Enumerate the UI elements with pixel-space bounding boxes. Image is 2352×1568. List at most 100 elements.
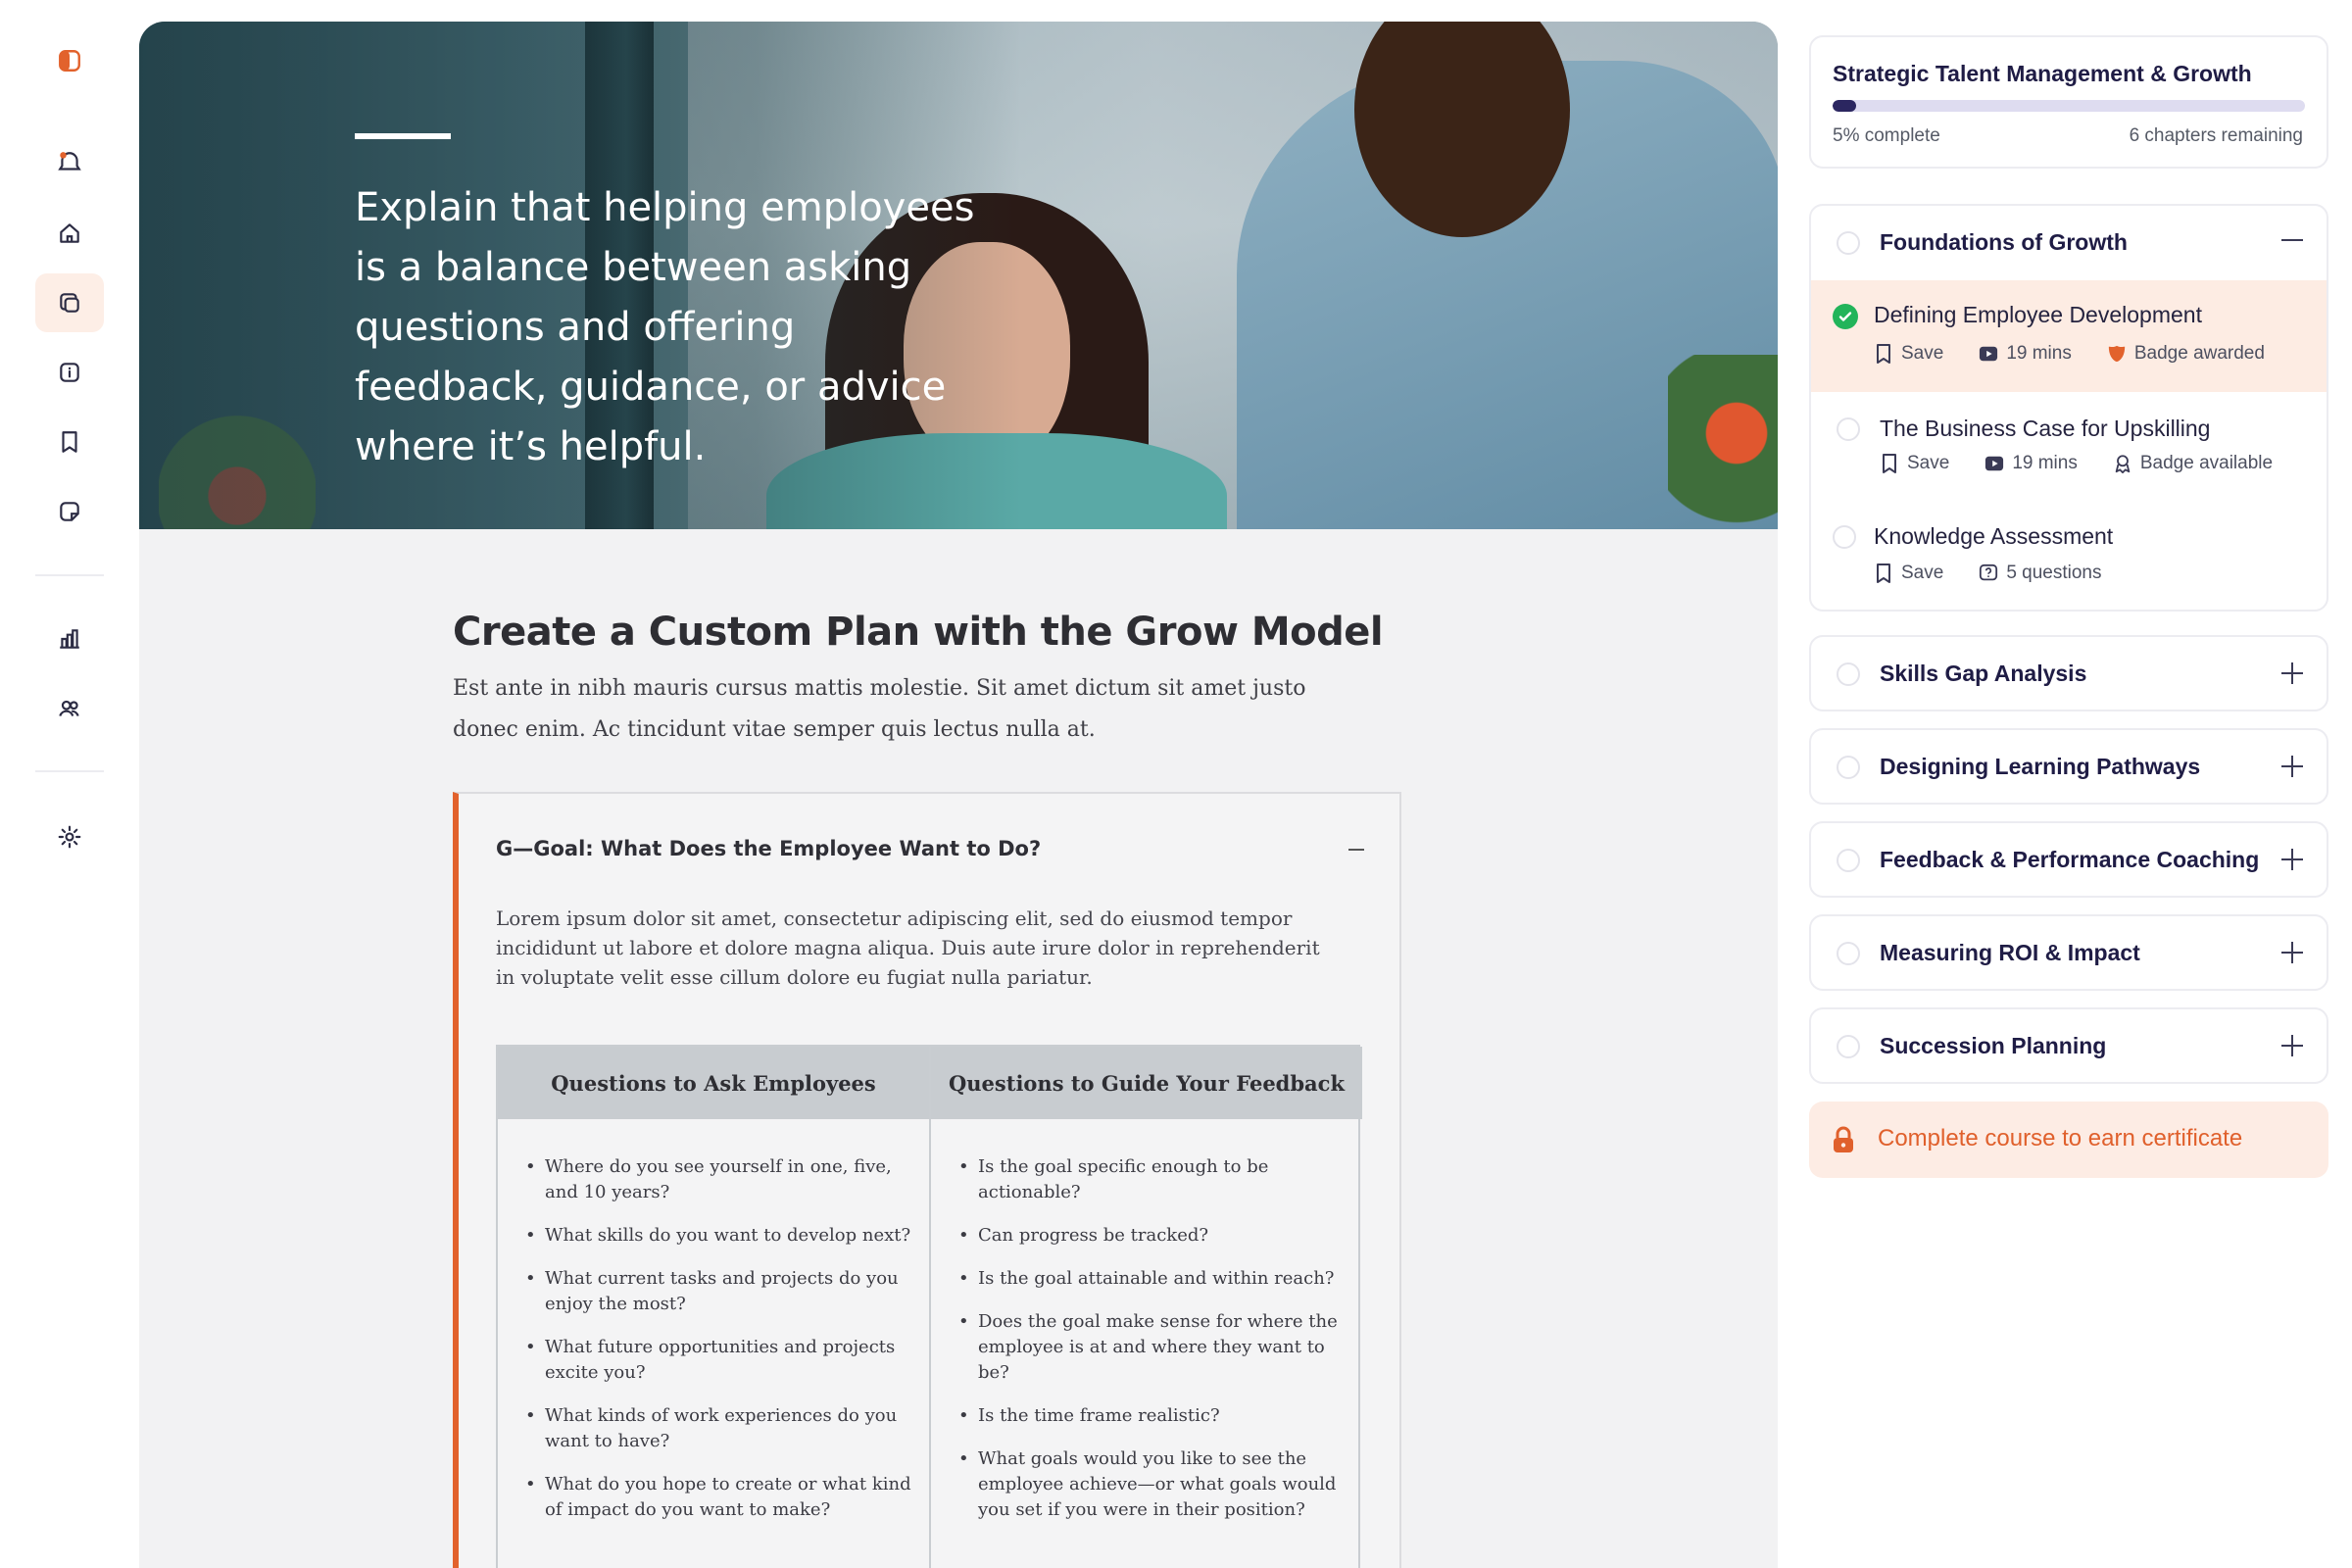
- lesson-item[interactable]: The Business Case for Upskilling Save 19…: [1811, 392, 2327, 504]
- chapter-learning-pathways[interactable]: Designing Learning Pathways: [1809, 728, 2328, 805]
- questions-label: 5 questions: [2006, 563, 2102, 583]
- expand-icon[interactable]: [2281, 756, 2303, 777]
- hero-banner: Explain that helping employees is a bala…: [139, 22, 1778, 529]
- badge-status: Badge awarded: [2107, 343, 2265, 365]
- list-item: Does the goal make sense for where the e…: [958, 1309, 1350, 1386]
- chapter-title: Succession Planning: [1880, 1033, 2107, 1058]
- accordion-heading[interactable]: G—Goal: What Does the Employee Want to D…: [496, 837, 1041, 860]
- lesson-content: Explain that helping employees is a bala…: [139, 22, 1778, 1568]
- lesson-meta: Save 19 mins Badge available: [1880, 453, 2273, 474]
- feedback-questions-list: Is the goal specific enough to be action…: [958, 1154, 1350, 1541]
- hero-quote: Explain that helping employees is a bala…: [355, 185, 975, 469]
- team-icon[interactable]: [35, 679, 104, 738]
- lesson-title: Defining Employee Development: [1874, 302, 2202, 327]
- collapse-icon[interactable]: [2281, 229, 2303, 251]
- article: Create a Custom Plan with the Grow Model…: [453, 610, 1433, 751]
- lesson-meta: Save 19 mins Badge awarded: [1874, 343, 2265, 365]
- bookmark-icon: [1883, 454, 1896, 473]
- questions-table: Questions to Ask Employees Questions to …: [496, 1045, 1362, 1568]
- list-item: What do you hope to create or what kind …: [525, 1472, 917, 1523]
- list-item: What kinds of work experiences do you wa…: [525, 1403, 917, 1454]
- certificate-label: Complete course to earn certificate: [1878, 1125, 2243, 1152]
- lesson-item-current[interactable]: Defining Employee Development Save 19 mi…: [1811, 280, 2327, 392]
- chapter-status-circle: [1837, 1035, 1860, 1058]
- badge-label: Badge available: [2139, 453, 2274, 473]
- rail-divider: [35, 770, 104, 772]
- article-lead: Est ante in nibh mauris cursus mattis mo…: [453, 676, 1306, 742]
- chapter-status-circle: [1837, 231, 1860, 255]
- chapter-status-circle: [1837, 756, 1860, 779]
- list-item: What future opportunities and projects e…: [525, 1335, 917, 1386]
- course-progress-card: Strategic Talent Management & Growth 5% …: [1809, 35, 2328, 169]
- list-item: Can progress be tracked?: [958, 1223, 1350, 1249]
- home-icon[interactable]: [35, 204, 104, 263]
- lesson-status-circle: [1837, 417, 1860, 441]
- badge-status: Badge available: [2113, 453, 2273, 474]
- save-button[interactable]: Save: [1880, 453, 1949, 474]
- chapter-title: Skills Gap Analysis: [1880, 661, 2087, 686]
- info-icon[interactable]: [35, 343, 104, 402]
- analytics-icon[interactable]: [35, 610, 104, 668]
- logo-icon[interactable]: [35, 31, 104, 90]
- badge-label: Badge awarded: [2133, 343, 2265, 364]
- hero-rule: [355, 133, 451, 139]
- table-header: Questions to Guide Your Feedback: [931, 1047, 1362, 1119]
- chapter-measuring-roi[interactable]: Measuring ROI & Impact: [1809, 914, 2328, 991]
- expand-icon[interactable]: [2281, 662, 2303, 684]
- notes-icon[interactable]: [35, 482, 104, 541]
- lesson-title: The Business Case for Upskilling: [1880, 416, 2211, 441]
- quiz-icon: [1980, 564, 1998, 581]
- list-item: Is the goal attainable and within reach?: [958, 1266, 1350, 1292]
- chapter-status-circle: [1837, 662, 1860, 686]
- goal-accordion: G—Goal: What Does the Employee Want to D…: [453, 792, 1401, 1568]
- progress-bar-fill: [1833, 100, 1857, 112]
- badge-awarded-icon: [2108, 345, 2126, 363]
- list-item: What goals would you like to see the emp…: [958, 1446, 1350, 1523]
- expand-icon[interactable]: [2281, 1035, 2303, 1056]
- bookmark-icon[interactable]: [35, 413, 104, 471]
- progress-label: 5% complete: [1833, 125, 1940, 146]
- notifications-icon[interactable]: [35, 133, 104, 192]
- lesson-status-circle: [1833, 525, 1856, 549]
- save-label: Save: [1907, 453, 1950, 473]
- left-rail: [0, 0, 139, 1568]
- chapter-feedback-coaching[interactable]: Feedback & Performance Coaching: [1809, 821, 2328, 898]
- course-title: Strategic Talent Management & Growth: [1833, 61, 2252, 86]
- save-label: Save: [1901, 563, 1944, 583]
- table-header: Questions to Ask Employees: [498, 1047, 929, 1119]
- list-item: Where do you see yourself in one, five, …: [525, 1154, 917, 1205]
- article-title: Create a Custom Plan with the Grow Model: [453, 610, 1384, 655]
- lesson-item[interactable]: Knowledge Assessment Save 5 questions: [1811, 504, 2327, 610]
- chapter-skills-gap[interactable]: Skills Gap Analysis: [1809, 635, 2328, 711]
- duration: 19 mins: [1984, 453, 2078, 474]
- bookmark-icon: [1877, 344, 1890, 364]
- chapter-status-circle: [1837, 849, 1860, 872]
- chapter-foundations: Foundations of Growth Defining Employee …: [1809, 204, 2328, 612]
- expand-icon[interactable]: [2281, 942, 2303, 963]
- lesson-title: Knowledge Assessment: [1874, 523, 2114, 549]
- question-count: 5 questions: [1979, 563, 2102, 584]
- save-button[interactable]: Save: [1874, 343, 1943, 365]
- chapter-title: Designing Learning Pathways: [1880, 754, 2201, 779]
- list-item: What skills do you want to develop next?: [525, 1223, 917, 1249]
- column-divider: [929, 1047, 931, 1568]
- expand-icon[interactable]: [2281, 849, 2303, 870]
- courses-icon[interactable]: [35, 273, 104, 332]
- video-icon: [1985, 456, 2004, 471]
- rail-divider: [35, 574, 104, 576]
- bookmark-icon: [1877, 564, 1890, 583]
- chapter-succession-planning[interactable]: Succession Planning: [1809, 1007, 2328, 1084]
- list-item: Is the goal specific enough to be action…: [958, 1154, 1350, 1205]
- employee-questions-list: Where do you see yourself in one, five, …: [525, 1154, 917, 1541]
- list-item: Is the time frame realistic?: [958, 1403, 1350, 1429]
- collapse-icon[interactable]: [1348, 849, 1364, 851]
- lesson-meta: Save 5 questions: [1874, 563, 2102, 584]
- certificate-banner: Complete course to earn certificate: [1809, 1102, 2328, 1178]
- save-button[interactable]: Save: [1874, 563, 1943, 584]
- chapter-title[interactable]: Foundations of Growth: [1880, 229, 2128, 256]
- duration-label: 19 mins: [2006, 343, 2072, 364]
- save-label: Save: [1901, 343, 1944, 364]
- progress-bar: [1833, 100, 2305, 112]
- duration: 19 mins: [1979, 343, 2072, 365]
- settings-icon[interactable]: [35, 808, 104, 866]
